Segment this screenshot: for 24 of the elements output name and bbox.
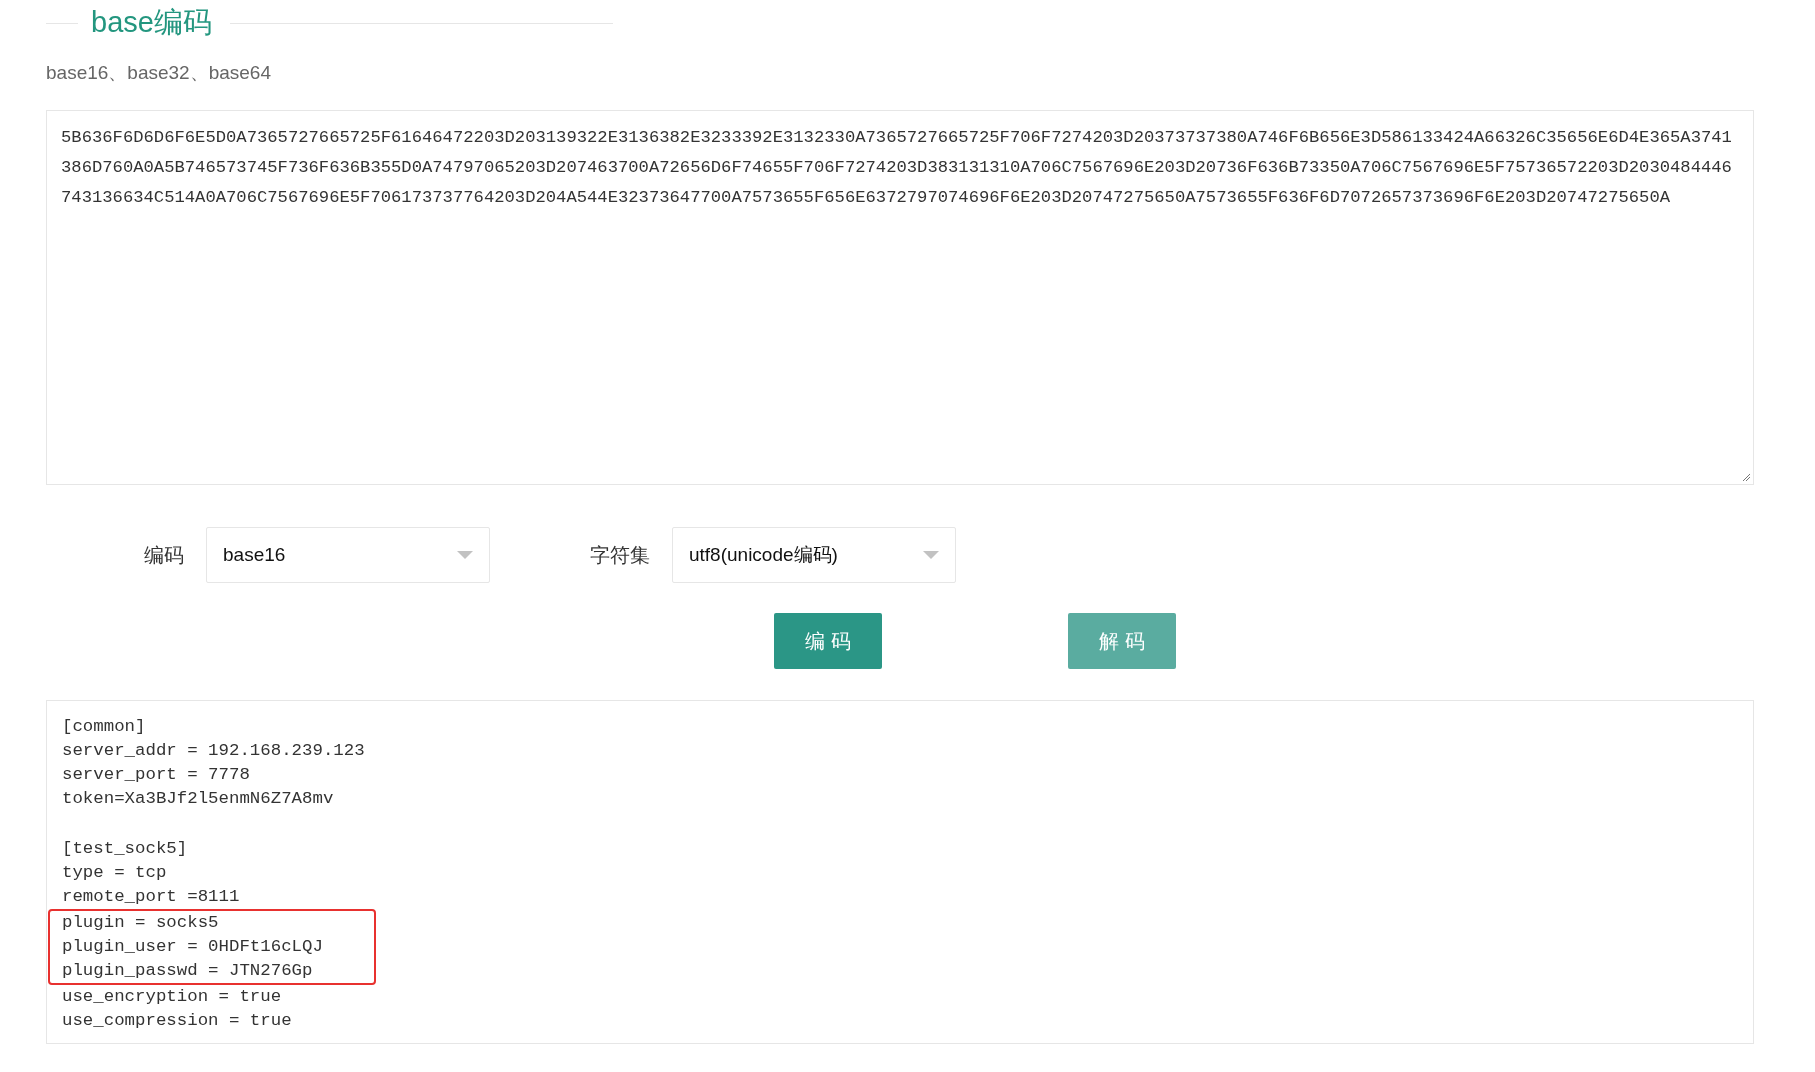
caret-icon [457, 551, 473, 559]
section-title: base编码 [90, 5, 213, 40]
code-line: use_encryption = true [62, 986, 282, 1008]
code-line: remote_port =8111 [62, 886, 240, 908]
code-line: plugin = socks5 [62, 912, 219, 934]
code-line: [test_sock5] [62, 838, 188, 860]
caret-icon [923, 551, 939, 559]
code-line: server_addr = 192.168.239.123 [62, 740, 365, 762]
code-line: plugin_passwd = JTN276Gp [62, 960, 313, 982]
section-subtitle: base16、base32、base64 [46, 61, 272, 85]
encode-button[interactable]: 编 码 [774, 613, 882, 669]
resize-handle-icon[interactable] [1741, 472, 1751, 482]
code-line: type = tcp [62, 862, 167, 884]
code-line: [common] [62, 716, 146, 738]
field-label: 字符集 [590, 542, 650, 568]
dropdown[interactable]: base16 [206, 527, 490, 583]
dropdown[interactable]: utf8(unicode编码) [672, 527, 956, 583]
field-label: 编码 [144, 542, 184, 568]
output-field[interactable] [46, 700, 1754, 1044]
input-field[interactable]: 5B636F6D6D6F6E5D0A7365727665725F61646472203D203139322E3136382E3233392E3132330A7365727665725F706F7274203D20373737380A746F6B656E3D586133424A66326C35656E6D4E365A3741386D760A0A5B746573745F736F636B355D0A74797065203D207463700A72656D6F74655F706F7274203D383131310A706C7567696E203D20736F636B73350A706C7567696E5F75736572203D2030484446743136634C514A0A706C7567696E5F706173737764203D204A544E32373647700A7573655F656E6372797074696F6E203D20747275650A7573655F636F6D7072657373696F6E203D20747275650A [46, 110, 1754, 485]
code-line: plugin_user = 0HDFt16cLQJ [62, 936, 323, 958]
code-line: token=Xa3BJf2l5enmN6Z7A8mv [62, 788, 334, 810]
code-line: use_compression = true [62, 1010, 292, 1032]
code-line: server_port = 7778 [62, 764, 250, 786]
